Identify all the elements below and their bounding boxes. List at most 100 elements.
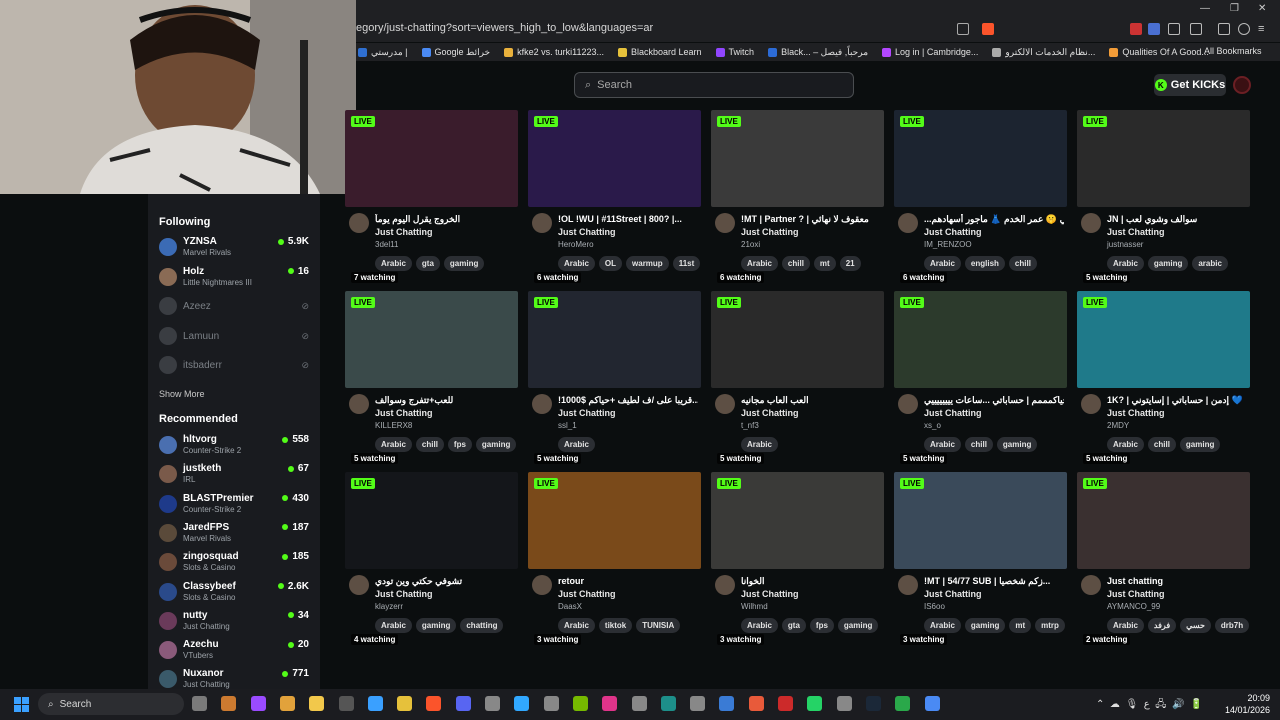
streamer-avatar[interactable] [1081, 394, 1101, 414]
all-bookmarks[interactable]: All Bookmarks [1204, 46, 1262, 56]
show-more-button[interactable]: Show More [159, 389, 205, 399]
sidebar-toggle-icon[interactable] [1218, 23, 1230, 35]
profile-icon[interactable] [1238, 23, 1250, 35]
arrow-icon[interactable] [192, 696, 207, 711]
stream-category[interactable]: Just Chatting [741, 227, 799, 237]
stream-category[interactable]: Just Chatting [1107, 408, 1165, 418]
share-icon[interactable] [957, 23, 969, 35]
stream-tag[interactable]: TUNISIA [636, 618, 681, 633]
bookmark-item[interactable]: Log in | Cambridge... [882, 47, 978, 57]
stream-tag[interactable]: gaming [996, 437, 1038, 452]
sidebar-channel[interactable]: justketh IRL 67 [159, 461, 309, 489]
stream-title[interactable]: تشوفي حكتي وين تودي [375, 576, 515, 587]
stream-tag[interactable]: gaming [443, 256, 485, 271]
stream-tag[interactable]: english [964, 256, 1005, 271]
windows-start-icon[interactable] [14, 697, 29, 712]
stream-tag[interactable]: chatting [460, 618, 504, 633]
edge-icon[interactable] [660, 696, 676, 711]
stream-title[interactable]: JN | سوالف وشوي لعب [1107, 214, 1247, 225]
stream-tag[interactable]: gaming [475, 437, 517, 452]
stream-card[interactable]: LIVE 5 watching 1K? | إدمن | حساباتي | إسا… [1077, 291, 1250, 469]
streamer-avatar[interactable] [715, 213, 735, 233]
stream-card[interactable]: LIVE 5 watching JN | سوالف وشوي لعب Just Ch… [1077, 110, 1250, 288]
stream-tag[interactable]: gta [415, 256, 440, 271]
stream-tag[interactable]: drb7h [1214, 618, 1250, 633]
sidebar-channel[interactable]: Holz Little Nightmares III 16 [159, 264, 309, 292]
stream-card[interactable]: LIVE 3 watching retour Just Chatting DaasX Ar… [528, 472, 701, 650]
nvidia-icon[interactable] [572, 696, 588, 711]
streamer-avatar[interactable] [349, 394, 369, 414]
game-launcher-icon[interactable] [338, 696, 354, 711]
bookmark-item[interactable]: مدرستي | [358, 47, 408, 58]
stream-card[interactable]: LIVE 5 watching !1000$ قريبا على /ف لطيف +… [528, 291, 701, 469]
app-icon[interactable] [895, 696, 911, 711]
streamer-avatar[interactable] [532, 213, 552, 233]
stream-tag[interactable]: Arabic [558, 618, 595, 633]
stream-category[interactable]: Just Chatting [1107, 227, 1165, 237]
sidebar-channel[interactable]: nutty Just Chatting 34 [159, 608, 309, 636]
back-icon[interactable] [221, 696, 237, 711]
stream-tag[interactable]: 11st [672, 256, 701, 271]
stream-title[interactable]: العب العاب مجانيه [741, 395, 881, 406]
snipping-icon[interactable] [690, 696, 706, 711]
sidebar-channel[interactable]: Azechu VTubers 20 [159, 637, 309, 665]
stream-tag[interactable]: chill [781, 256, 810, 271]
clock[interactable]: 20:09 14/01/2026 [1214, 692, 1270, 716]
streamer-avatar[interactable] [532, 575, 552, 595]
github-icon[interactable] [485, 696, 500, 711]
stream-tag[interactable]: Arabic [1107, 256, 1144, 271]
stream-tag[interactable]: Arabic [1107, 618, 1144, 633]
streamer-name[interactable]: t_nf3 [741, 421, 759, 430]
stream-category[interactable]: Just Chatting [924, 408, 982, 418]
word-icon[interactable] [719, 696, 735, 711]
stream-category[interactable]: Just Chatting [558, 589, 616, 599]
stream-title[interactable]: ...ني 🤫 عمر الخدم 👗 ماجور أسهادهم [924, 214, 1064, 225]
stream-tag[interactable]: chill [964, 437, 993, 452]
stream-card[interactable]: LIVE 7 watching الخروج يقرل اليوم يوماً Jus… [345, 110, 518, 288]
streamer-avatar[interactable] [898, 213, 918, 233]
stream-category[interactable]: Just Chatting [924, 227, 982, 237]
arc-icon[interactable] [748, 696, 764, 711]
stream-tag[interactable]: warmup [626, 256, 669, 271]
sidebar-channel[interactable]: hltvorg Counter-Strike 2 558 [159, 432, 309, 460]
stream-tag[interactable]: fps [447, 437, 472, 452]
cleaner-icon[interactable] [836, 696, 852, 711]
sidebar-channel[interactable]: zingosquad Slots & Casino 185 [159, 549, 309, 577]
stream-tag[interactable]: Arabic [924, 256, 961, 271]
steam-icon[interactable] [865, 696, 881, 711]
streamer-avatar[interactable] [349, 213, 369, 233]
stream-tag[interactable]: tiktok [598, 618, 633, 633]
stream-card[interactable]: LIVE 3 watching !MT | 54/77 SUB | زكم شخصي… [894, 472, 1067, 650]
streamer-avatar[interactable] [898, 575, 918, 595]
streamer-avatar[interactable] [1081, 213, 1101, 233]
bookmark-item[interactable]: Qualities Of A Good... [1109, 47, 1209, 57]
menu-icon[interactable]: ≡ [1258, 23, 1270, 35]
sidebar-channel[interactable]: Azeez ⊘ [159, 293, 309, 321]
language-indicator[interactable]: ع [1144, 699, 1150, 710]
streamer-name[interactable]: DaasX [558, 602, 582, 611]
taskbar-search[interactable]: ⌕ Search [38, 693, 184, 715]
stream-category[interactable]: Just Chatting [375, 589, 433, 599]
file-manager-icon[interactable] [397, 696, 413, 711]
download-icon[interactable] [1190, 23, 1202, 35]
stream-title[interactable]: !OL !WU | #11Street | 800? |... [558, 214, 698, 224]
streamer-avatar[interactable] [349, 575, 369, 595]
streamer-name[interactable]: 21oxi [741, 240, 760, 249]
stream-card[interactable]: LIVE 2 watching Just chatting Just Chatting… [1077, 472, 1250, 650]
stream-card[interactable]: LIVE 4 watching تشوفي حكتي وين تودي Just Ch… [345, 472, 518, 650]
close-icon[interactable]: ✕ [1258, 3, 1266, 14]
app-icon[interactable] [250, 696, 266, 711]
stream-tag[interactable]: arabic [1192, 256, 1228, 271]
stream-category[interactable]: Just Chatting [558, 227, 616, 237]
stream-tag[interactable]: Arabic [924, 437, 961, 452]
stream-title[interactable]: للعب+تتفرج وسوالف [375, 395, 515, 406]
stream-card[interactable]: LIVE 3 watching الخوانا Just Chatting Wilhmd… [711, 472, 884, 650]
bookmark-item[interactable]: Blackboard Learn [618, 47, 702, 57]
streamer-name[interactable]: justnasser [1107, 240, 1143, 249]
stream-card[interactable]: LIVE 6 watching ...ني 🤫 عمر الخدم 👗 ماجور … [894, 110, 1067, 288]
stream-tag[interactable]: chill [1147, 437, 1176, 452]
vpn-icon[interactable] [924, 696, 940, 711]
stream-tag[interactable]: mtrp [1035, 618, 1065, 633]
bookmark-item[interactable]: kfke2 vs. turki11223... [504, 47, 604, 57]
stream-card[interactable]: LIVE 5 watching للعب+تتفرج وسوالف Just Chat… [345, 291, 518, 469]
